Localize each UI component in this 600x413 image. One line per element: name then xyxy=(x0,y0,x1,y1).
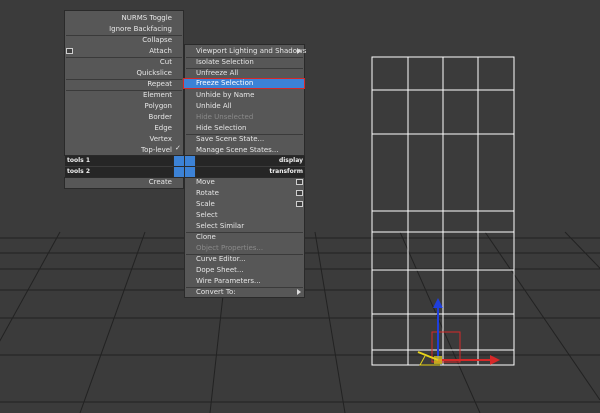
menu-item-attach[interactable]: Attach xyxy=(66,46,172,57)
menu-item-select[interactable]: Select xyxy=(196,210,296,221)
submenu-arrow-icon xyxy=(297,289,301,295)
scale-settings-icon[interactable] xyxy=(296,201,303,207)
menu-item-convert-to[interactable]: Convert To: xyxy=(196,287,296,298)
checkmark-icon: ✓ xyxy=(175,144,181,152)
menu-item-clone[interactable]: Clone xyxy=(196,232,296,243)
menu-item-hide-unselected[interactable]: Hide Unselected xyxy=(196,112,296,123)
menu-item-cut[interactable]: Cut xyxy=(66,57,172,68)
menu-item-border[interactable]: Border xyxy=(66,112,172,123)
menu-item-element[interactable]: Element xyxy=(66,90,172,101)
header-transform: transform xyxy=(195,167,305,177)
menu-item-repeat[interactable]: Repeat xyxy=(66,79,172,90)
menu-item-unhide-by-name[interactable]: Unhide by Name xyxy=(196,90,296,101)
menu-item-edge[interactable]: Edge xyxy=(66,123,172,134)
attach-settings-icon[interactable] xyxy=(66,48,73,54)
menu-item-polygon[interactable]: Polygon xyxy=(66,101,172,112)
menu-item-freeze-selection[interactable]: Freeze Selection xyxy=(183,78,305,89)
move-settings-icon[interactable] xyxy=(296,179,303,185)
menu-item-nurms-toggle[interactable]: NURMS Toggle xyxy=(66,13,172,24)
header-tools-2: tools 2 xyxy=(65,167,175,177)
submenu-arrow-icon xyxy=(297,48,301,54)
rotate-settings-icon[interactable] xyxy=(296,190,303,196)
menu-item-wire-parameters[interactable]: Wire Parameters... xyxy=(196,276,296,287)
gizmo-center xyxy=(434,356,442,364)
menu-item-object-properties[interactable]: Object Properties... xyxy=(196,243,296,254)
menu-item-curve-editor[interactable]: Curve Editor... xyxy=(196,254,296,265)
menu-item-quickslice[interactable]: Quickslice xyxy=(66,68,173,79)
gizmo-x-arrow xyxy=(490,355,500,365)
menu-item-save-scene-state[interactable]: Save Scene State... xyxy=(196,134,296,145)
header-tools-1: tools 1 xyxy=(65,156,175,166)
menu-item-isolate-selection[interactable]: Isolate Selection xyxy=(196,57,296,68)
menu-item-ignore-backfacing[interactable]: Ignore Backfacing xyxy=(66,24,172,35)
menu-item-collapse[interactable]: Collapse xyxy=(66,35,172,46)
menu-item-manage-scene-states[interactable]: Manage Scene States... xyxy=(196,145,296,156)
menu-item-vertex[interactable]: Vertex xyxy=(66,134,172,145)
menu-item-scale[interactable]: Scale xyxy=(196,199,296,210)
menu-item-unhide-all[interactable]: Unhide All xyxy=(196,101,296,112)
menu-item-dope-sheet[interactable]: Dope Sheet... xyxy=(196,265,296,276)
menu-item-rotate[interactable]: Rotate xyxy=(196,188,296,199)
wireframe-box[interactable] xyxy=(371,56,515,366)
menu-item-move[interactable]: Move xyxy=(196,177,296,188)
menu-item-hide-selection[interactable]: Hide Selection xyxy=(196,123,296,134)
header-display: display xyxy=(195,156,305,166)
menu-item-viewport-lighting-and-shadows[interactable]: Viewport Lighting and Shadows xyxy=(196,46,306,57)
menu-item-create[interactable]: Create xyxy=(66,177,172,188)
menu-item-top-level[interactable]: Top-level xyxy=(66,145,172,156)
menu-item-select-similar[interactable]: Select Similar xyxy=(196,221,296,232)
gizmo-z-arrow xyxy=(433,298,443,308)
